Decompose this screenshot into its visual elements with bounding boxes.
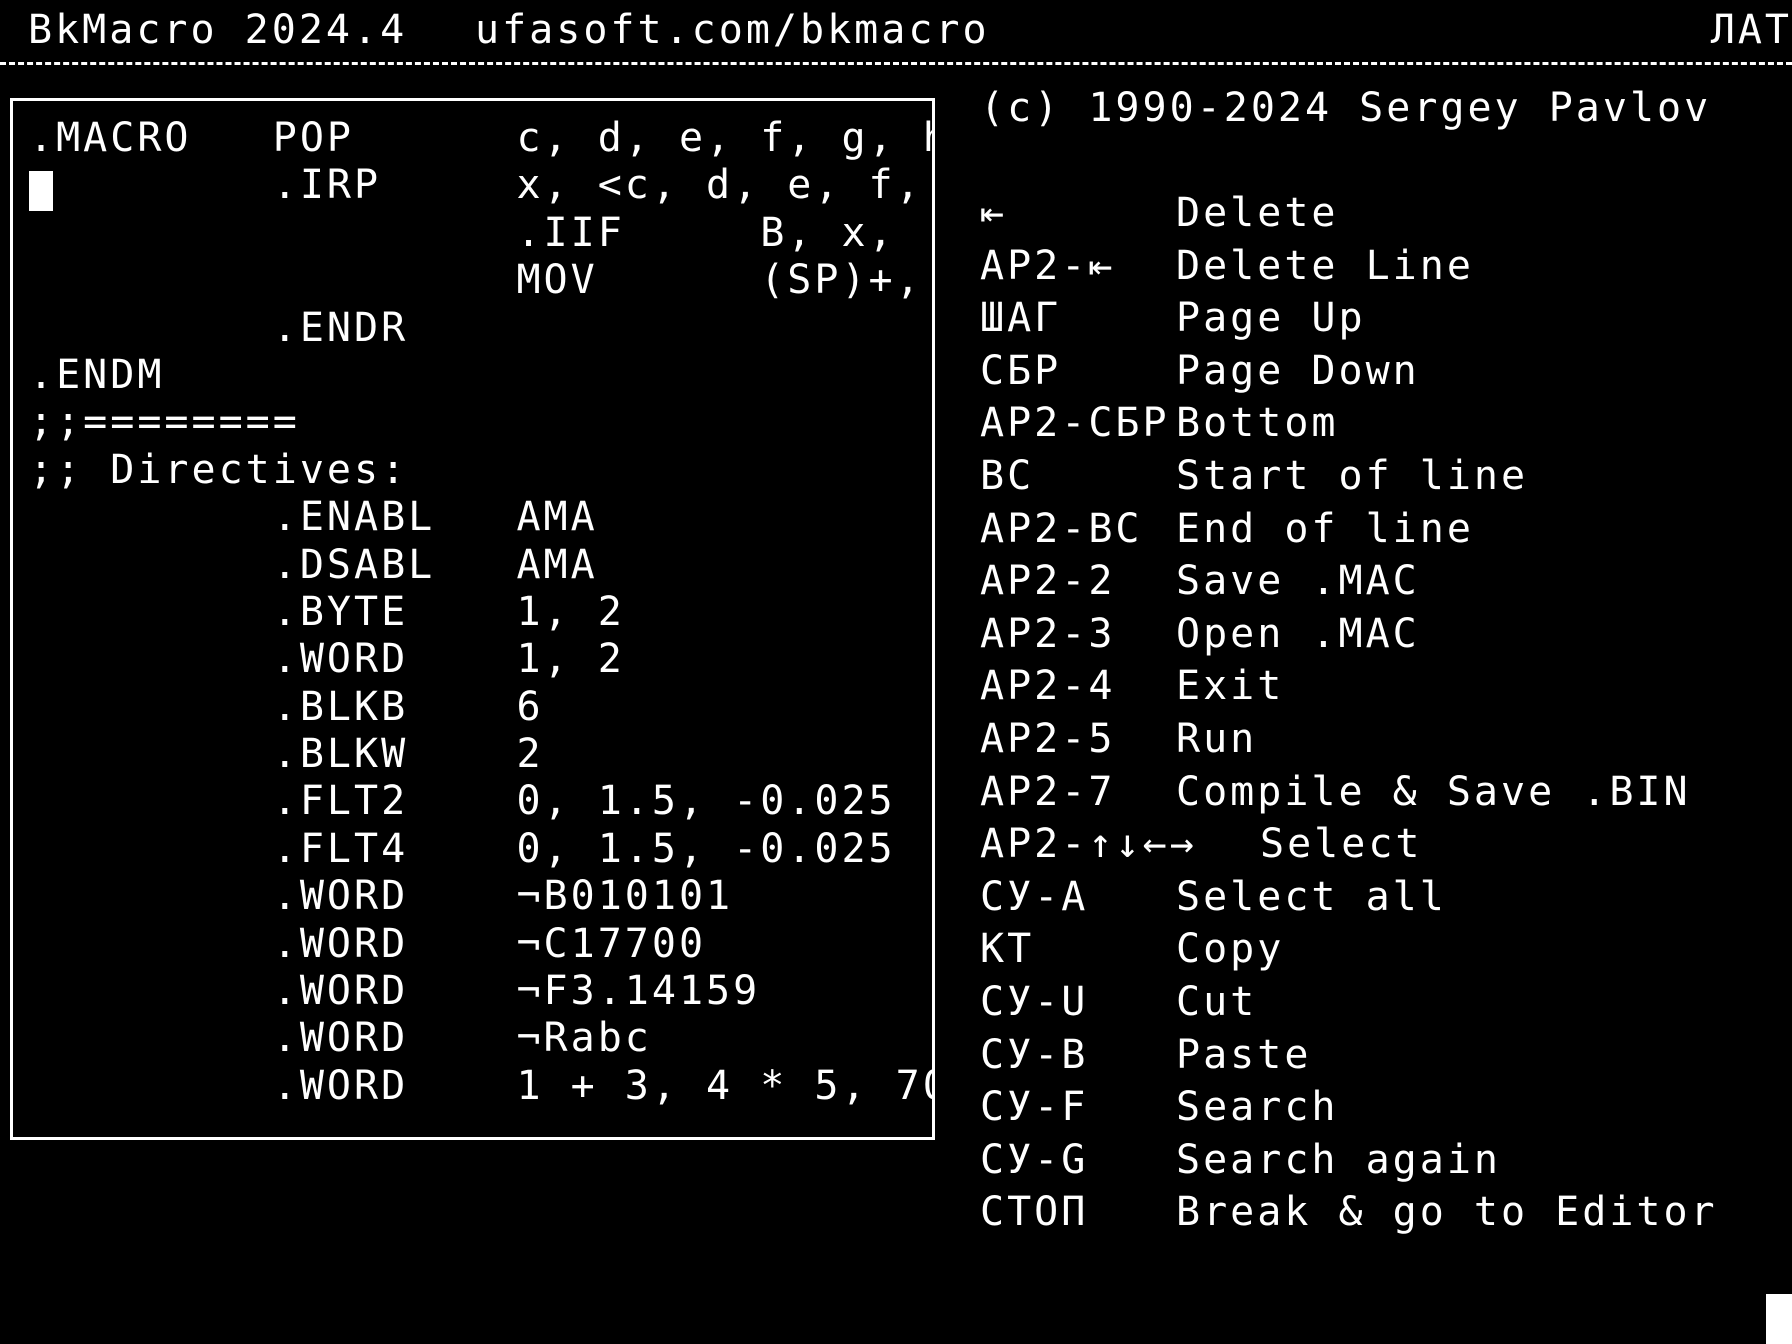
editor-line[interactable]: .WORD 1 + 3, 4 * 5, 70	[29, 1063, 932, 1110]
editor-line[interactable]: .WORD ¬C17700	[29, 921, 932, 968]
shortcut-description: Select all	[1176, 873, 1447, 920]
shortcut-description: Start of line	[1176, 452, 1529, 499]
shortcut-row: АР2-2 Save .MAC	[980, 555, 1718, 608]
shortcut-key: СУ-G	[980, 1136, 1089, 1183]
shortcut-description: Exit	[1176, 663, 1285, 710]
shortcut-description: Page Down	[1176, 347, 1420, 394]
editor-line[interactable]: .BLKW 2	[29, 731, 932, 778]
shortcut-row: АР2-⇤ Delete Line	[980, 240, 1718, 293]
editor-line[interactable]: ;; Directives:	[29, 447, 932, 494]
app-title: BkMacro 2024.4	[28, 7, 408, 53]
editor-line[interactable]: ;;========	[29, 399, 932, 446]
status-bar: BkMacro 2024.4 ufasoft.com/bkmacro ЛАТ	[0, 0, 1792, 60]
shortcut-key: СУ-U	[980, 978, 1089, 1025]
shortcut-row: СТОП Break & go to Editor	[980, 1186, 1718, 1239]
copyright-text: (c) 1990-2024 Sergey Pavlov	[980, 85, 1712, 131]
shortcut-key: АР2-ВС	[980, 505, 1143, 552]
shortcut-key: АР2-2	[980, 558, 1116, 605]
shortcut-key: ШАГ	[980, 295, 1062, 342]
shortcut-description: Break & go to Editor	[1176, 1189, 1718, 1236]
editor-line[interactable]: .DSABL AMA	[29, 542, 932, 589]
shortcut-key: АР2-СБР	[980, 400, 1170, 447]
editor-line[interactable]: .FLT4 0, 1.5, -0.025	[29, 826, 932, 873]
keyboard-mode-indicator: ЛАТ	[1710, 7, 1792, 53]
shortcut-row: ⇤ Delete	[980, 187, 1718, 240]
keyboard-shortcut-help: ⇤ Delete АР2-⇤ Delete Line ШАГ Page Up СБР P…	[980, 187, 1718, 1239]
shortcut-key: АР2-3	[980, 610, 1116, 657]
shortcut-row: АР2-7 Compile & Save .BIN	[980, 766, 1718, 819]
screen-cursor-block	[1766, 1294, 1792, 1344]
editor-line[interactable]: .FLT2 0, 1.5, -0.025	[29, 778, 932, 825]
shortcut-key: КТ	[980, 926, 1035, 973]
shortcut-key: СУ-F	[980, 1084, 1089, 1131]
shortcut-description: Delete	[1176, 190, 1339, 236]
shortcut-row: АР2-4 Exit	[980, 660, 1718, 713]
shortcut-description: Search	[1176, 1084, 1339, 1131]
shortcut-row: ВС Start of line	[980, 450, 1718, 503]
shortcut-row: АР2-ВС End of line	[980, 503, 1718, 556]
shortcut-description: Cut	[1176, 978, 1258, 1025]
shortcut-row: СУ-F Search	[980, 1081, 1718, 1134]
shortcut-row: АР2-5 Run	[980, 713, 1718, 766]
shortcut-description: Bottom	[1176, 400, 1339, 447]
shortcut-key: АР2-7	[980, 768, 1116, 815]
shortcut-row: АР2-↑↓←→ Select	[980, 818, 1718, 871]
shortcut-description: End of line	[1176, 505, 1474, 552]
shortcut-description: Page Up	[1176, 295, 1366, 342]
editor-line[interactable]: .MACRO POP c, d, e, f, g, h	[29, 115, 932, 162]
shortcut-row: СБР Page Down	[980, 345, 1718, 398]
editor-line[interactable]: .IRP x, <c, d, e, f,	[29, 162, 932, 209]
shortcut-row: СУ-U Cut	[980, 976, 1718, 1029]
shortcut-key: АР2-5	[980, 715, 1116, 762]
editor-line[interactable]: .WORD ¬F3.14159	[29, 968, 932, 1015]
editor-line[interactable]: .BYTE 1, 2	[29, 589, 932, 636]
editor-line[interactable]: .WORD ¬B010101	[29, 873, 932, 920]
shortcut-row: СУ-В Paste	[980, 1029, 1718, 1082]
editor-line[interactable]: .ENABL AMA	[29, 494, 932, 541]
shortcut-key: АР2-4	[980, 663, 1116, 710]
shortcut-description: Paste	[1176, 1031, 1312, 1078]
editor-line[interactable]: .ENDR	[29, 305, 932, 352]
editor-line[interactable]: .WORD ¬Rabc	[29, 1015, 932, 1062]
shortcut-row: КТ Copy	[980, 923, 1718, 976]
shortcut-description: Search again	[1176, 1136, 1501, 1183]
shortcut-row: АР2-3 Open .MAC	[980, 608, 1718, 661]
shortcut-key: СБР	[980, 347, 1062, 394]
editor-line[interactable]: .ENDM	[29, 352, 932, 399]
shortcut-key: ВС	[980, 452, 1035, 499]
shortcut-key: ⇤	[980, 190, 1008, 236]
shortcut-description: Open .MAC	[1176, 610, 1420, 657]
code-editor[interactable]: .MACRO POP c, d, e, f, g, h .IRP x, <c, …	[10, 98, 935, 1140]
shortcut-row: ШАГ Page Up	[980, 292, 1718, 345]
shortcut-description: Select	[1260, 821, 1423, 868]
shortcut-key: СУ-В	[980, 1031, 1089, 1078]
editor-line[interactable]: .WORD 1, 2	[29, 636, 932, 683]
shortcut-key: АР2-⇤	[980, 242, 1116, 289]
shortcut-key: АР2-↑↓←→	[980, 821, 1197, 868]
status-divider	[0, 62, 1792, 65]
editor-line[interactable]: .IIF B, x,	[29, 210, 932, 257]
shortcut-description: Compile & Save .BIN	[1176, 768, 1691, 815]
shortcut-key: СТОП	[980, 1189, 1089, 1236]
app-url: ufasoft.com/bkmacro	[475, 7, 990, 53]
shortcut-row: СУ-G Search again	[980, 1134, 1718, 1187]
shortcut-description: Save .MAC	[1176, 558, 1420, 605]
shortcut-row: СУ-А Select all	[980, 871, 1718, 924]
shortcut-row: АР2-СБР Bottom	[980, 397, 1718, 450]
shortcut-description: Run	[1176, 715, 1258, 762]
editor-lines[interactable]: .MACRO POP c, d, e, f, g, h .IRP x, <c, …	[29, 115, 932, 1110]
text-cursor	[29, 171, 53, 211]
shortcut-description: Copy	[1176, 926, 1285, 973]
shortcut-key: СУ-А	[980, 873, 1089, 920]
editor-line[interactable]: MOV (SP)+, x	[29, 257, 932, 304]
shortcut-description: Delete Line	[1176, 242, 1474, 289]
editor-line[interactable]: .BLKB 6	[29, 684, 932, 731]
